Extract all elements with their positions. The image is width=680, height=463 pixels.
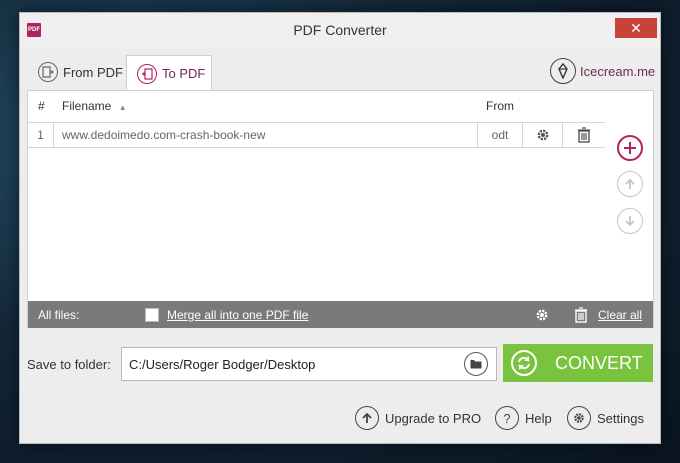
row-filename: www.dedoimedo.com-crash-book-new (54, 123, 478, 147)
upgrade-label: Upgrade to PRO (385, 410, 482, 426)
merge-files-link[interactable]: Merge all into one PDF file (167, 301, 308, 328)
column-from-header: From (486, 99, 514, 113)
tab-from-pdf-label: From PDF (63, 64, 123, 80)
settings-label: Settings (597, 410, 644, 426)
app-window: PDF PDF Converter ✕ From PDF To PDF Icec… (19, 12, 661, 444)
save-folder-input[interactable] (121, 347, 497, 381)
tab-to-pdf[interactable]: To PDF (126, 55, 212, 91)
tab-from-pdf[interactable]: From PDF (28, 55, 128, 89)
row-number: 1 (28, 123, 54, 147)
file-list-panel: # Filename ▲ From 1 www.dedoimedo.com-cr… (27, 90, 654, 328)
gear-icon (536, 309, 548, 320)
help-button[interactable]: ? Help (495, 403, 552, 433)
move-up-button[interactable] (617, 171, 643, 197)
all-files-settings-button[interactable] (534, 301, 550, 328)
column-number-header: # (38, 99, 45, 113)
title-bar: PDF PDF Converter ✕ (20, 13, 660, 47)
move-down-button[interactable] (617, 208, 643, 234)
column-filename-label: Filename (62, 99, 112, 113)
convert-label: CONVERT (555, 352, 643, 373)
pdf-in-icon (137, 63, 157, 84)
column-filename-header[interactable]: Filename ▲ (62, 99, 127, 113)
refresh-icon (511, 350, 537, 376)
plus-icon (624, 142, 636, 154)
arrow-down-icon (625, 216, 635, 227)
gear-icon (537, 129, 548, 141)
close-button[interactable]: ✕ (615, 18, 657, 38)
window-title: PDF Converter (293, 22, 387, 38)
clear-all-trash-icon[interactable] (574, 301, 588, 328)
folder-icon (470, 360, 482, 369)
merge-checkbox-wrap[interactable] (145, 301, 159, 328)
pdf-out-icon (38, 62, 58, 82)
add-file-button[interactable] (617, 135, 643, 161)
table-row[interactable]: 1 www.dedoimedo.com-crash-book-new odt (28, 122, 605, 148)
save-folder-label: Save to folder: (27, 357, 111, 372)
arrow-up-circle-icon (355, 406, 379, 430)
row-delete-button[interactable] (563, 123, 605, 147)
table-header: # Filename ▲ From (28, 91, 605, 121)
icecream-link-label: Icecream.me (580, 63, 656, 79)
icecream-logo-icon (550, 58, 576, 84)
all-files-label: All files: (38, 307, 80, 322)
help-label: Help (525, 410, 552, 426)
settings-button[interactable]: Settings (567, 403, 644, 433)
all-files-bar: All files: Merge all into one PDF file C… (28, 301, 653, 328)
clear-all-link[interactable]: Clear all (598, 301, 642, 328)
tab-to-pdf-label: To PDF (162, 66, 206, 81)
upgrade-button[interactable]: Upgrade to PRO (355, 403, 481, 433)
row-settings-button[interactable] (523, 123, 563, 147)
gear-icon (567, 406, 591, 430)
trash-icon (575, 306, 587, 323)
question-icon: ? (495, 406, 519, 430)
row-from-format: odt (478, 123, 523, 147)
merge-checkbox[interactable] (145, 307, 159, 322)
trash-icon (578, 127, 590, 143)
icecream-link[interactable]: Icecream.me (550, 57, 655, 85)
arrow-up-icon (625, 178, 635, 189)
convert-button[interactable]: CONVERT (503, 344, 653, 382)
sort-ascending-icon: ▲ (118, 103, 127, 112)
browse-folder-button[interactable] (464, 352, 488, 376)
